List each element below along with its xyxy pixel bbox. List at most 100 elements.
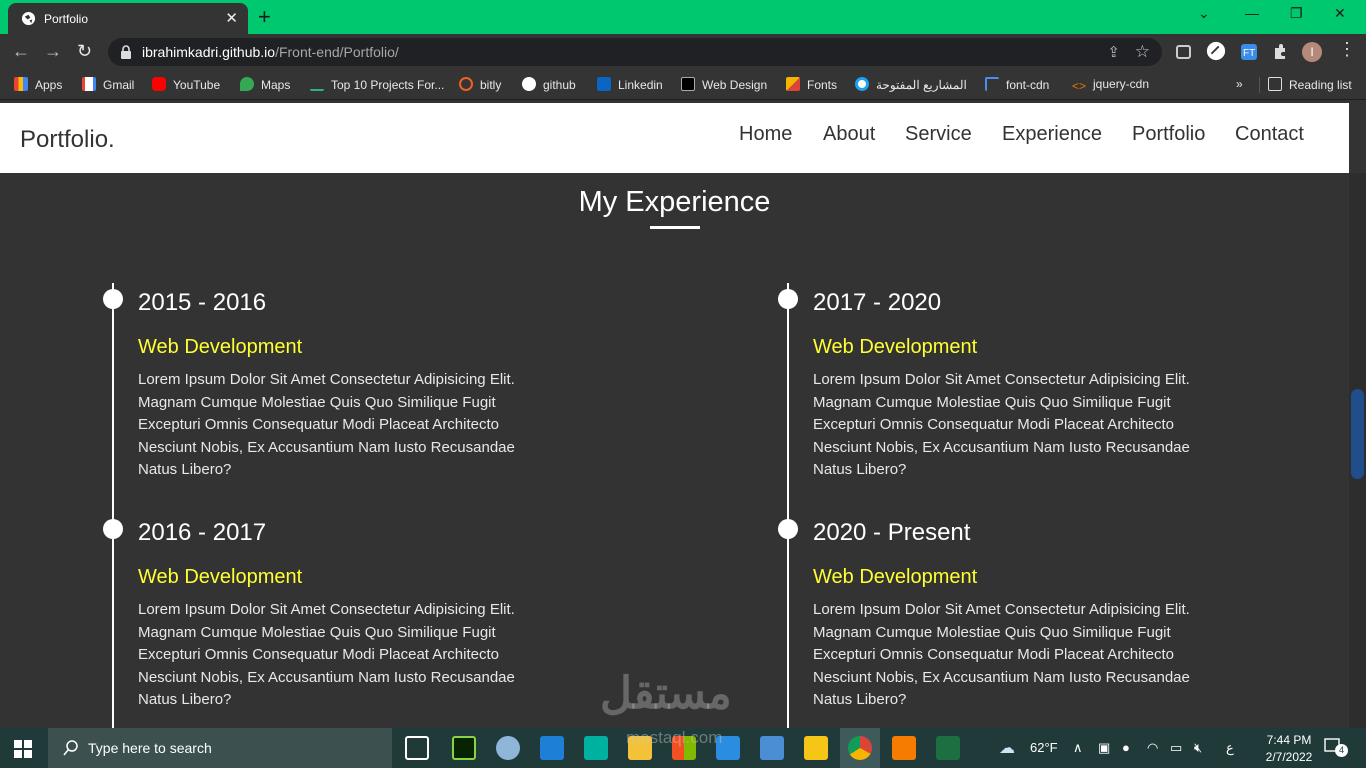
windows-start-icon[interactable] xyxy=(14,740,32,758)
menu-kebab-icon[interactable]: ⋮ xyxy=(1338,39,1356,60)
browser-tab-strip: Portfolio ✕ + ⌄ — ❐ ✕ xyxy=(0,0,1366,34)
excel-icon[interactable] xyxy=(936,736,960,760)
maps-pin-icon xyxy=(240,77,254,91)
new-tab-button[interactable]: + xyxy=(258,4,271,30)
scrollbar-thumb[interactable] xyxy=(1351,389,1364,479)
browser-tab-portfolio[interactable]: Portfolio ✕ xyxy=(8,3,248,34)
bookmark-bitly[interactable]: bitly xyxy=(459,77,501,93)
bookmark-youtube[interactable]: YouTube xyxy=(152,77,220,93)
tab-search-icon[interactable]: ⌄ xyxy=(1198,5,1210,22)
nav-portfolio[interactable]: Portfolio xyxy=(1132,123,1205,146)
arduino-icon[interactable] xyxy=(584,736,608,760)
entry-role: Web Development xyxy=(138,566,303,588)
nav-service[interactable]: Service xyxy=(905,123,972,146)
minimize-icon[interactable]: — xyxy=(1245,5,1259,21)
tray-overflow-icon[interactable]: ∧ xyxy=(1073,740,1083,756)
forward-icon[interactable]: → xyxy=(44,41,62,62)
entry-date: 2016 - 2017 xyxy=(138,519,267,546)
bookmark-gmail[interactable]: Gmail xyxy=(82,77,134,93)
experience-entry: 2020 - Present Web Development Lorem Ips… xyxy=(813,519,1203,712)
site-logo[interactable]: Portfolio. xyxy=(20,126,115,154)
timeline-dot xyxy=(103,519,123,539)
nav-contact[interactable]: Contact xyxy=(1235,123,1304,146)
url-path: /Front-end/Portfolio/ xyxy=(275,44,399,60)
chrome-icon[interactable] xyxy=(848,736,872,760)
timeline-dot xyxy=(103,289,123,309)
link-icon xyxy=(310,77,324,91)
watermark-logo: مستقل xyxy=(600,669,732,718)
extensions-puzzle-icon[interactable] xyxy=(1270,42,1290,62)
url-host: ibrahimkadri.github.io xyxy=(142,44,276,60)
notifications-button[interactable]: 4 xyxy=(1324,738,1348,757)
tray-device-icon[interactable]: ▣ xyxy=(1098,740,1110,756)
input-language[interactable]: ع xyxy=(1226,740,1234,756)
back-icon[interactable]: ← xyxy=(12,41,30,62)
clock-date: 2/7/2022 xyxy=(1265,750,1313,764)
restore-icon[interactable]: ❐ xyxy=(1290,5,1303,22)
bookmark-fonts[interactable]: Fonts xyxy=(786,77,837,93)
tray-vpn-icon[interactable]: ● xyxy=(1122,740,1130,755)
svg-text:FT: FT xyxy=(1243,48,1255,59)
fonts-icon xyxy=(786,77,800,91)
timeline-dot xyxy=(778,519,798,539)
photos-icon[interactable] xyxy=(760,736,784,760)
lock-icon xyxy=(121,45,131,59)
flag-icon xyxy=(985,77,999,91)
more-bookmarks-icon[interactable]: » xyxy=(1236,77,1243,93)
mail-icon[interactable] xyxy=(540,736,564,760)
battery-icon[interactable]: ▭ xyxy=(1170,740,1182,756)
volume-mute-icon[interactable]: 🔇︎ xyxy=(1194,740,1202,756)
sticky-notes-icon[interactable] xyxy=(804,736,828,760)
open-projects-icon xyxy=(855,77,869,91)
weather-cloud-icon[interactable]: ☁ xyxy=(999,738,1015,758)
experience-section: My Experience 2015 - 2016 Web Developmen… xyxy=(0,173,1349,728)
bookmark-maps[interactable]: Maps xyxy=(240,77,290,93)
github-icon xyxy=(522,77,536,91)
profile-avatar[interactable]: I xyxy=(1302,42,1322,62)
entry-date: 2015 - 2016 xyxy=(138,289,267,316)
bookmark-font-cdn[interactable]: font-cdn xyxy=(985,77,1049,93)
bookmark-web-design[interactable]: Web Design xyxy=(681,77,767,93)
experience-entry: 2017 - 2020 Web Development Lorem Ipsum … xyxy=(813,289,1203,482)
paint-icon[interactable] xyxy=(496,736,520,760)
browser-toolbar: ← → ↻ ibrahimkadri.github.io/Front-end/P… xyxy=(0,34,1366,70)
wifi-icon[interactable]: ◠ xyxy=(1147,740,1158,756)
taskbar-search-input[interactable]: Type here to search xyxy=(48,728,392,768)
entry-date: 2017 - 2020 xyxy=(813,289,942,316)
extension-ft-icon[interactable]: FT xyxy=(1239,42,1259,62)
entry-role: Web Development xyxy=(138,336,303,358)
bookmark-open-projects[interactable]: المشاريع المفتوحة xyxy=(855,77,967,93)
dreamweaver-icon[interactable] xyxy=(452,736,476,760)
bookmark-top-projects[interactable]: Top 10 Projects For... xyxy=(310,77,444,93)
bookmark-linkedin[interactable]: Linkedin xyxy=(597,77,663,93)
nav-about[interactable]: About xyxy=(823,123,875,146)
close-window-icon[interactable]: ✕ xyxy=(1334,5,1346,22)
reload-icon[interactable]: ↻ xyxy=(77,41,92,62)
bookmark-github[interactable]: github xyxy=(522,77,576,93)
nav-home[interactable]: Home xyxy=(739,123,792,146)
bookmark-apps[interactable]: Apps xyxy=(14,77,62,93)
globe-icon xyxy=(21,11,36,26)
apps-grid-icon xyxy=(14,77,28,91)
taskbar-clock[interactable]: 7:44 PM 2/7/2022 xyxy=(1254,732,1324,766)
extension-reader-icon[interactable] xyxy=(1174,42,1194,62)
bookmark-star-icon[interactable]: ☆ xyxy=(1135,42,1150,62)
bitly-icon xyxy=(459,77,473,91)
search-placeholder: Type here to search xyxy=(88,740,212,756)
clock-time: 7:44 PM xyxy=(1266,733,1312,747)
entry-role: Web Development xyxy=(813,566,978,588)
linkedin-icon xyxy=(597,77,611,91)
weather-temp[interactable]: 62°F xyxy=(1030,740,1058,755)
xampp-icon[interactable] xyxy=(892,736,916,760)
reading-list-button[interactable]: Reading list xyxy=(1259,77,1352,93)
tab-close-icon[interactable]: ✕ xyxy=(225,9,238,27)
experience-entry: 2015 - 2016 Web Development Lorem Ipsum … xyxy=(138,289,528,482)
share-icon[interactable]: ⇪ xyxy=(1107,43,1120,61)
nav-experience[interactable]: Experience xyxy=(1002,123,1102,146)
search-icon xyxy=(63,740,78,756)
address-bar[interactable]: ibrahimkadri.github.io/Front-end/Portfol… xyxy=(108,38,1162,66)
bookmark-jquery-cdn[interactable]: <> jquery-cdn xyxy=(1072,77,1149,93)
task-view-icon[interactable] xyxy=(405,736,429,760)
extension-avatar-icon[interactable] xyxy=(1206,41,1226,61)
entry-description: Lorem Ipsum Dolor Sit Amet Consectetur A… xyxy=(813,601,1190,708)
